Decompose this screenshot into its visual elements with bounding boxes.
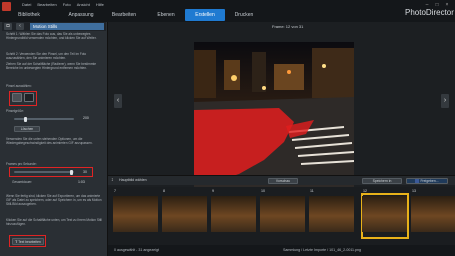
thumbnail-image <box>309 196 354 232</box>
tab-bibliothek[interactable]: Bibliothek <box>8 9 50 21</box>
menu-item-ansicht[interactable]: Ansicht <box>77 2 90 7</box>
filmstrip-thumbnail[interactable]: 8 <box>161 189 209 241</box>
arrow-up-icon[interactable]: ↕ <box>111 177 114 183</box>
step1-text: Schritt 1: Wählen Sie das Foto aus, das … <box>6 32 97 40</box>
thumbnail-image <box>162 196 207 232</box>
next-frame-button[interactable]: › <box>441 94 449 108</box>
tab-erstellen[interactable]: Erstellen <box>185 9 225 21</box>
brush-label: Pinsel auswählen: <box>6 84 32 88</box>
status-bar: 0 ausgewählt - 31 angezeigt Sammlung / L… <box>108 245 455 256</box>
photo-preview[interactable] <box>194 42 354 187</box>
thumbnail-image <box>211 196 256 232</box>
panel-title: Motion Stills <box>30 23 104 30</box>
filmstrip-thumbnail[interactable]: 7 <box>112 189 160 241</box>
fps-slider[interactable] <box>14 171 74 173</box>
menu-item-hilfe[interactable]: Hilfe <box>96 2 104 7</box>
brush-size-value: 200 <box>83 116 89 120</box>
tab-drucken[interactable]: Drucken <box>228 9 260 21</box>
filmstrip-thumbnail[interactable]: 11 <box>308 189 356 241</box>
filmstrip-thumbnail[interactable]: 9 <box>210 189 258 241</box>
step2-text: Schritt 2: Verwenden Sie den Pinsel, um … <box>6 52 87 60</box>
filmstrip-thumbnail[interactable]: 13 <box>410 189 455 241</box>
share-button[interactable]: Freigeben... <box>406 178 448 184</box>
previous-frame-button[interactable]: ‹ <box>114 94 122 108</box>
thumbnail-number: 8 <box>163 189 165 193</box>
brush-size-slider[interactable] <box>14 118 74 120</box>
step2-hint: Ziehen Sie auf der Schaltfläche (Radiere… <box>6 62 97 70</box>
main-area: Frame: 12 von 31 ‹ › ↕ Hauptbild wählen … <box>108 22 455 256</box>
eraser-icon[interactable] <box>24 93 34 102</box>
main-photo-label[interactable]: Hauptbild wählen <box>119 178 147 182</box>
clear-button[interactable]: Löschen <box>14 126 40 132</box>
thumbnail-number: 10 <box>261 189 265 193</box>
brush-size-thumb[interactable] <box>24 116 27 122</box>
edit-text-label: Text bearbeiten <box>18 240 41 244</box>
thumbnail-image <box>260 196 305 232</box>
panel-header: ◘ ‹ Motion Stills <box>2 22 106 31</box>
menu-item-datei[interactable]: Datei <box>22 2 31 7</box>
brush-icon[interactable] <box>12 93 22 102</box>
collection-path: Sammlung / Letzte Importe / 101_46_2-001… <box>283 248 362 252</box>
brush-size-label: Pinselgröße: <box>6 109 24 113</box>
thumbnail-number: 7 <box>114 189 116 193</box>
text-note: Klicken Sie auf die Schaltfläche unten, … <box>6 218 102 226</box>
tab-ebenen[interactable]: Ebenen <box>150 9 182 21</box>
filmstrip-thumbnail-selected[interactable]: 12 <box>361 189 409 241</box>
thumbnail-image <box>362 196 407 232</box>
fps-label: Frames pro Sekunde: <box>6 162 37 166</box>
total-duration-label: Gesamtdauer: <box>12 180 33 184</box>
step3-text: Verwenden Sie die unten stehenden Option… <box>6 137 93 145</box>
frame-counter: Frame: 12 von 31 <box>272 24 304 29</box>
back-icon[interactable]: ‹ <box>16 23 24 30</box>
thumbnail-number: 12 <box>363 189 367 193</box>
module-tabs: Bibliothek Anpassung Bearbeiten Ebenen E… <box>0 9 455 21</box>
fps-value: 30 <box>83 170 87 174</box>
night-street-photo <box>194 42 354 187</box>
total-duration-value: 1:03 <box>78 180 85 184</box>
thumbnail-image <box>411 196 455 232</box>
filmstrip-thumbnail[interactable]: 10 <box>259 189 307 241</box>
save-in-button[interactable]: Speichern in <box>362 178 402 184</box>
selection-status: 0 ausgewählt - 31 angezeigt <box>114 248 159 252</box>
fps-thumb[interactable] <box>70 169 73 175</box>
facebook-icon <box>415 179 420 184</box>
tab-anpassung[interactable]: Anpassung <box>58 9 104 21</box>
top-bar: Datei Bearbeiten Foto Ansicht Hilfe – □ … <box>0 0 455 22</box>
camera-icon[interactable]: ◘ <box>4 23 12 30</box>
filmstrip: 7 8 9 10 11 12 13 <box>108 187 455 245</box>
preview-button[interactable]: Vorschau <box>268 178 298 184</box>
export-note: Wenn Sie fertig sind, klicken Sie auf Ex… <box>6 194 102 206</box>
tab-bearbeiten[interactable]: Bearbeiten <box>104 9 144 21</box>
menu-item-bearbeiten[interactable]: Bearbeiten <box>37 2 56 7</box>
menu-bar: Datei Bearbeiten Foto Ansicht Hilfe <box>22 2 104 7</box>
menu-item-foto[interactable]: Foto <box>63 2 71 7</box>
motion-stills-panel: ◘ ‹ Motion Stills Schritt 1: Wählen Sie … <box>0 22 108 256</box>
thumbnail-number: 11 <box>310 189 314 193</box>
thumbnail-number: 13 <box>412 189 416 193</box>
share-button-label: Freigeben... <box>420 179 439 183</box>
edit-text-button[interactable]: TText bearbeiten <box>12 238 44 245</box>
filmstrip-toolbar: ↕ Hauptbild wählen Vorschau Speichern in… <box>108 175 455 185</box>
thumbnail-number: 9 <box>212 189 214 193</box>
thumbnail-image <box>113 196 158 232</box>
text-icon: T <box>15 240 18 244</box>
